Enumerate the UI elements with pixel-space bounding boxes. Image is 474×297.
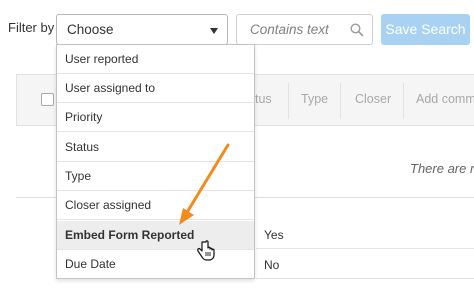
dropdown-option-user-assigned-to[interactable]: User assigned to bbox=[57, 74, 254, 103]
dropdown-option-due-date[interactable]: Due Date bbox=[57, 250, 254, 279]
dropdown-option-embed-form-reported[interactable]: Embed Form Reported bbox=[57, 221, 254, 250]
filter-select-value: Choose bbox=[67, 22, 114, 37]
column-header-add-comment[interactable]: Add comme bbox=[416, 92, 474, 106]
empty-message: There are r bbox=[410, 161, 474, 176]
search-placeholder: Contains text bbox=[250, 22, 329, 37]
filter-by-label: Filter by bbox=[8, 20, 55, 35]
select-all-checkbox[interactable] bbox=[41, 93, 54, 106]
filter-dropdown-menu: User reported User assigned to Priority … bbox=[56, 44, 255, 279]
row-divider bbox=[256, 278, 474, 279]
save-search-button[interactable]: Save Search bbox=[381, 14, 470, 45]
hand-cursor-icon bbox=[197, 240, 215, 261]
dropdown-option-status[interactable]: Status bbox=[57, 133, 254, 162]
filter-select[interactable]: Choose bbox=[56, 14, 228, 45]
column-header-type[interactable]: Type bbox=[301, 92, 328, 106]
row-value-no: No bbox=[264, 258, 280, 272]
caret-down-icon bbox=[210, 28, 218, 34]
row-value-yes: Yes bbox=[264, 228, 284, 242]
dropdown-option-priority[interactable]: Priority bbox=[57, 103, 254, 132]
dropdown-option-type[interactable]: Type bbox=[57, 162, 254, 191]
row-divider bbox=[256, 248, 474, 249]
magnifier-icon bbox=[350, 23, 364, 37]
search-input[interactable]: Contains text bbox=[236, 14, 373, 45]
dropdown-option-user-reported[interactable]: User reported bbox=[57, 45, 254, 74]
column-divider bbox=[340, 83, 341, 119]
column-header-closer[interactable]: Closer bbox=[355, 92, 391, 106]
dropdown-option-closer-assigned[interactable]: Closer assigned bbox=[57, 191, 254, 220]
column-header-status[interactable]: tus bbox=[255, 92, 272, 106]
column-divider bbox=[403, 83, 404, 119]
column-divider bbox=[288, 83, 289, 119]
